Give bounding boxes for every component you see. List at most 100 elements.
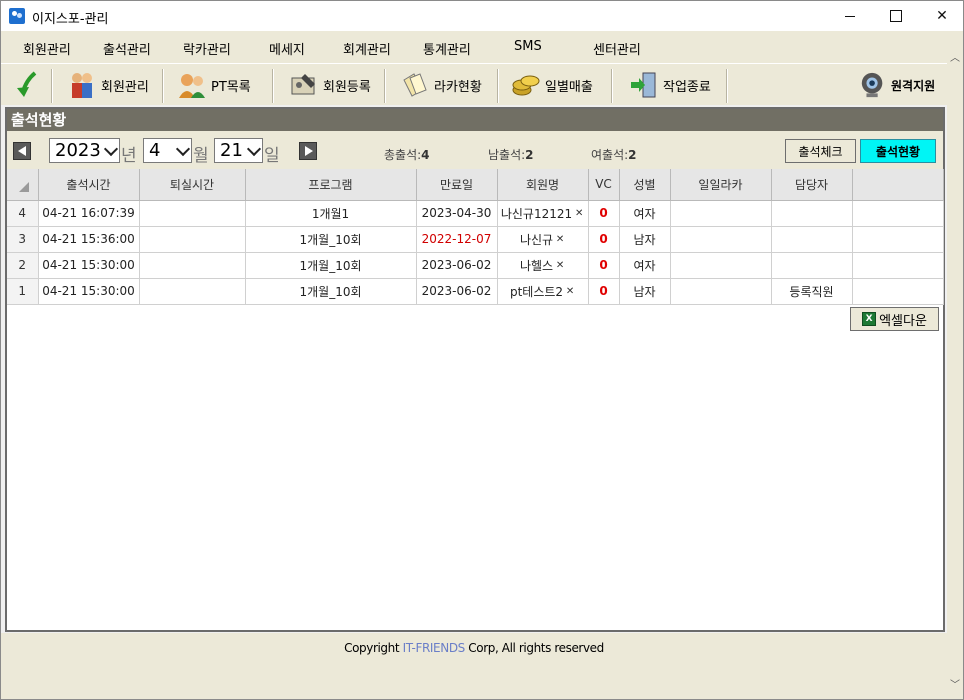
- col-member-name[interactable]: 회원명: [497, 169, 589, 201]
- scroll-down-icon[interactable]: ﹀: [950, 676, 960, 691]
- menu-center[interactable]: 센터관리: [593, 39, 641, 58]
- toolbar-member-label: 회원관리: [101, 79, 149, 95]
- row-number: 3: [7, 226, 39, 253]
- toolbar-locker-status-button[interactable]: 라카현황: [400, 68, 482, 102]
- menu-sms[interactable]: SMS: [514, 39, 542, 54]
- register-card-icon: [291, 74, 315, 95]
- remove-x-icon[interactable]: ✕: [565, 287, 575, 297]
- chevron-down-icon: [175, 141, 191, 157]
- close-button[interactable]: ✕: [919, 1, 964, 31]
- coins-icon: [512, 75, 540, 96]
- year-value: 2023: [55, 140, 101, 161]
- remove-x-icon[interactable]: ✕: [555, 235, 565, 245]
- col-program[interactable]: 프로그램: [245, 169, 417, 201]
- cell-daily-locker: [670, 252, 772, 279]
- toolbar: 회원관리 PT목록 회원등록 라카현황 일별매출 작업종료 원격지원: [1, 63, 947, 105]
- cell-check-in: 04-21 15:30:00: [38, 252, 140, 279]
- vertical-scrollbar[interactable]: ︿ ﹀: [947, 31, 963, 699]
- maximize-button[interactable]: [873, 1, 919, 31]
- prev-day-button[interactable]: [13, 142, 31, 160]
- cell-expiry: 2023-04-30: [416, 200, 498, 227]
- table-row[interactable]: 4 04-21 16:07:39 1개월1 2023-04-30 나신규1212…: [7, 200, 944, 227]
- title-bar: 이지스포-관리 ✕: [1, 1, 963, 31]
- cell-program: 1개월_10회: [245, 226, 417, 253]
- cell-gender: 여자: [619, 252, 671, 279]
- female-attendance: 여출석:2: [591, 148, 637, 162]
- toolbar-exit-button[interactable]: 작업종료: [629, 68, 711, 102]
- col-vc[interactable]: VC: [588, 169, 620, 201]
- day-unit: 일: [264, 146, 280, 166]
- pt-people-icon: [179, 74, 205, 98]
- remove-x-icon[interactable]: ✕: [574, 209, 584, 219]
- toolbar-member-button[interactable]: 회원관리: [67, 68, 149, 102]
- window-title: 이지스포-관리: [32, 12, 109, 27]
- select-all-corner[interactable]: [7, 169, 39, 201]
- cell-expiry-overdue: 2022-12-07: [416, 226, 498, 253]
- cell-gender: 남자: [619, 278, 671, 305]
- cell-program: 1개월1: [245, 200, 417, 227]
- minimize-button[interactable]: [827, 1, 873, 31]
- cell-daily-locker: [670, 226, 772, 253]
- male-attendance: 남출석:2: [488, 148, 534, 162]
- panel-title: 출석현황: [7, 109, 943, 131]
- app-users-icon: [9, 8, 25, 24]
- green-arrow-icon: [17, 71, 37, 97]
- chevron-down-icon: [103, 141, 119, 157]
- locker-folders-icon: [403, 73, 427, 97]
- remote-support-button[interactable]: 원격지원: [859, 68, 935, 102]
- day-select[interactable]: 21: [214, 138, 263, 163]
- year-select[interactable]: 2023: [49, 138, 120, 163]
- year-unit: 년: [121, 146, 137, 166]
- excel-download-button[interactable]: X 엑셀다운: [850, 307, 939, 331]
- scroll-up-icon[interactable]: ︿: [950, 49, 960, 64]
- cell-expiry: 2023-06-02: [416, 278, 498, 305]
- toolbar-register-button[interactable]: 회원등록: [289, 68, 371, 102]
- cell-check-out: [139, 200, 246, 227]
- attendance-check-button[interactable]: 출석체크: [785, 139, 856, 163]
- app-window: 이지스포-관리 ✕ 회원관리 출석관리 락카관리 메세지 회계관리 통계관리 S…: [0, 0, 964, 700]
- cell-vc: 0: [588, 226, 620, 253]
- cell-program: 1개월_10회: [245, 252, 417, 279]
- month-select[interactable]: 4: [143, 138, 192, 163]
- remove-x-icon[interactable]: ✕: [555, 261, 565, 271]
- table-row[interactable]: 3 04-21 15:36:00 1개월_10회 2022-12-07 나신규 ✕…: [7, 226, 944, 253]
- menu-bar: 회원관리 출석관리 락카관리 메세지 회계관리 통계관리 SMS 센터관리: [1, 31, 947, 63]
- menu-member[interactable]: 회원관리: [23, 39, 71, 58]
- toolbar-exit-label: 작업종료: [663, 79, 711, 95]
- back-arrow-button[interactable]: [13, 68, 43, 102]
- row-number: 2: [7, 252, 39, 279]
- cell-gender: 남자: [619, 226, 671, 253]
- menu-statistics[interactable]: 통계관리: [423, 39, 471, 58]
- col-daily-locker[interactable]: 일일라카: [670, 169, 772, 201]
- menu-attendance[interactable]: 출석관리: [103, 39, 151, 58]
- cell-program: 1개월_10회: [245, 278, 417, 305]
- date-filter-bar: 2023 년 4 월 21 일 총출석:4 남출석:2 여출석:2 출석체크 출…: [7, 131, 943, 169]
- cell-vc: 0: [588, 278, 620, 305]
- toolbar-pt-list-label: PT목록: [211, 79, 251, 95]
- cell-filler: [852, 278, 944, 305]
- col-check-out[interactable]: 퇴실시간: [139, 169, 246, 201]
- toolbar-pt-list-button[interactable]: PT목록: [177, 68, 251, 102]
- exit-door-icon: [631, 72, 656, 98]
- menu-locker[interactable]: 락카관리: [183, 39, 231, 58]
- cell-daily-locker: [670, 200, 772, 227]
- total-attendance: 총출석:4: [384, 148, 430, 162]
- menu-accounting[interactable]: 회계관리: [343, 39, 391, 58]
- copyright-text: Copyright IT-FRIENDS Corp, All rights re…: [344, 641, 604, 655]
- col-staff[interactable]: 담당자: [771, 169, 853, 201]
- table-row[interactable]: 1 04-21 15:30:00 1개월_10회 2023-06-02 pt테스…: [7, 278, 944, 305]
- cell-vc: 0: [588, 200, 620, 227]
- cell-staff: 등록직원: [771, 278, 853, 305]
- toolbar-daily-sales-button[interactable]: 일별매출: [511, 68, 593, 102]
- members-icon: [72, 73, 92, 98]
- cell-expiry: 2023-06-02: [416, 252, 498, 279]
- table-row[interactable]: 2 04-21 15:30:00 1개월_10회 2023-06-02 나헬스 ✕…: [7, 252, 944, 279]
- menu-message[interactable]: 메세지: [269, 39, 305, 58]
- cell-member-name: pt테스트2 ✕: [497, 278, 589, 305]
- col-gender[interactable]: 성별: [619, 169, 671, 201]
- attendance-status-button[interactable]: 출석현황: [860, 139, 936, 163]
- col-expiry[interactable]: 만료일: [416, 169, 498, 201]
- col-check-in[interactable]: 출석시간: [38, 169, 140, 201]
- next-day-button[interactable]: [299, 142, 317, 160]
- footer: Copyright IT-FRIENDS Corp, All rights re…: [1, 633, 947, 699]
